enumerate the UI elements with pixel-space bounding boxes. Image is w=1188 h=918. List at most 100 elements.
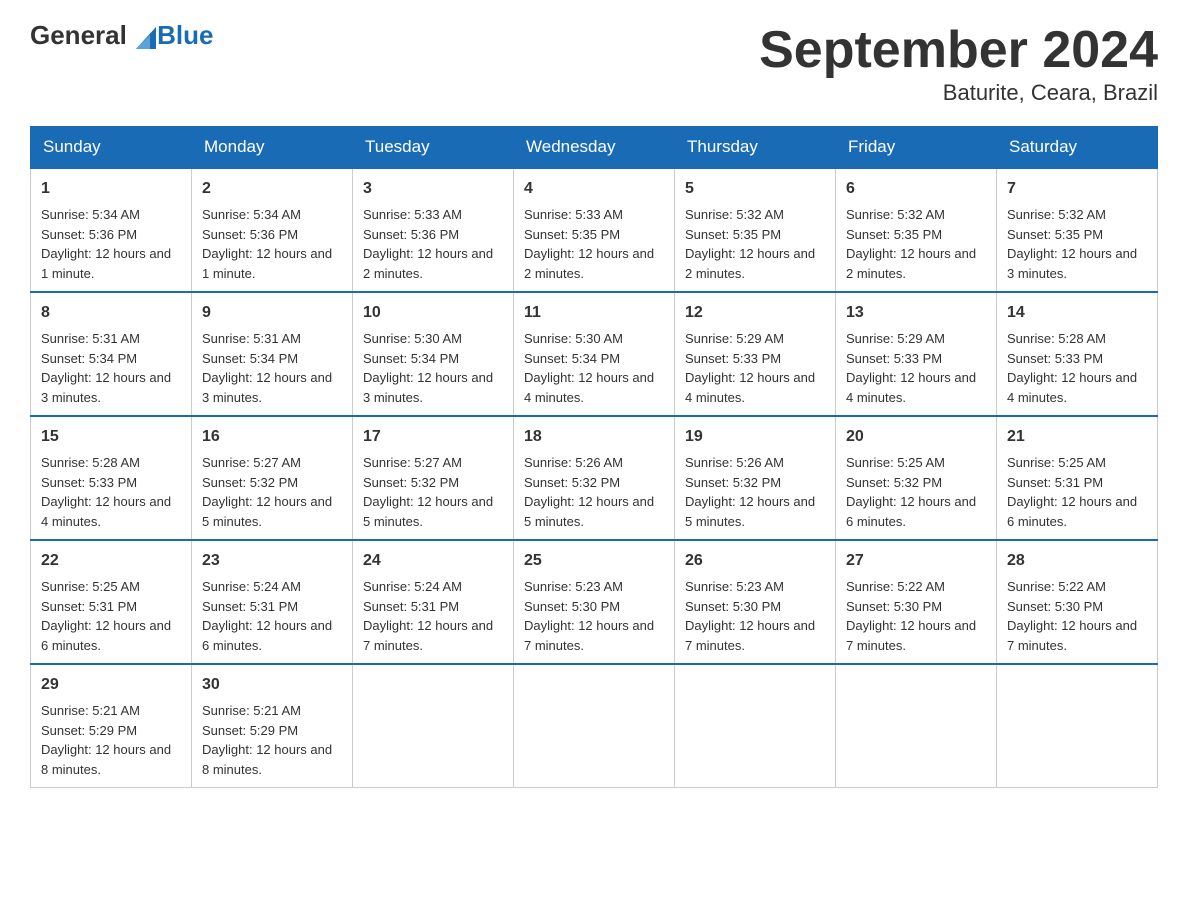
day-number: 4 [524, 177, 664, 201]
daylight-label: Daylight: 12 hours and 8 minutes. [41, 742, 171, 777]
sunrise-label: Sunrise: 5:24 AM [202, 579, 301, 594]
daylight-label: Daylight: 12 hours and 2 minutes. [685, 246, 815, 281]
calendar-cell: 25 Sunrise: 5:23 AM Sunset: 5:30 PM Dayl… [514, 540, 675, 664]
sunset-label: Sunset: 5:34 PM [363, 351, 459, 366]
day-number: 18 [524, 425, 664, 449]
daylight-label: Daylight: 12 hours and 2 minutes. [363, 246, 493, 281]
sunrise-label: Sunrise: 5:25 AM [846, 455, 945, 470]
day-number: 11 [524, 301, 664, 325]
day-number: 30 [202, 673, 342, 697]
daylight-label: Daylight: 12 hours and 1 minute. [202, 246, 332, 281]
calendar-cell: 2 Sunrise: 5:34 AM Sunset: 5:36 PM Dayli… [192, 168, 353, 292]
sunrise-label: Sunrise: 5:28 AM [1007, 331, 1106, 346]
week-row-4: 22 Sunrise: 5:25 AM Sunset: 5:31 PM Dayl… [31, 540, 1158, 664]
sunset-label: Sunset: 5:30 PM [524, 599, 620, 614]
sunrise-label: Sunrise: 5:25 AM [41, 579, 140, 594]
daylight-label: Daylight: 12 hours and 7 minutes. [1007, 618, 1137, 653]
sunrise-label: Sunrise: 5:32 AM [1007, 207, 1106, 222]
sunset-label: Sunset: 5:34 PM [202, 351, 298, 366]
daylight-label: Daylight: 12 hours and 4 minutes. [685, 370, 815, 405]
sunrise-label: Sunrise: 5:30 AM [363, 331, 462, 346]
calendar-cell: 15 Sunrise: 5:28 AM Sunset: 5:33 PM Dayl… [31, 416, 192, 540]
sunset-label: Sunset: 5:35 PM [524, 227, 620, 242]
header-saturday: Saturday [997, 127, 1158, 169]
sunrise-label: Sunrise: 5:32 AM [846, 207, 945, 222]
sunset-label: Sunset: 5:30 PM [1007, 599, 1103, 614]
day-number: 9 [202, 301, 342, 325]
sunrise-label: Sunrise: 5:22 AM [846, 579, 945, 594]
daylight-label: Daylight: 12 hours and 4 minutes. [846, 370, 976, 405]
logo-blue-part: Blue [127, 20, 214, 50]
daylight-label: Daylight: 12 hours and 2 minutes. [846, 246, 976, 281]
calendar-cell: 6 Sunrise: 5:32 AM Sunset: 5:35 PM Dayli… [836, 168, 997, 292]
calendar-cell: 18 Sunrise: 5:26 AM Sunset: 5:32 PM Dayl… [514, 416, 675, 540]
sunset-label: Sunset: 5:29 PM [202, 723, 298, 738]
calendar-cell: 3 Sunrise: 5:33 AM Sunset: 5:36 PM Dayli… [353, 168, 514, 292]
header-tuesday: Tuesday [353, 127, 514, 169]
calendar-cell: 21 Sunrise: 5:25 AM Sunset: 5:31 PM Dayl… [997, 416, 1158, 540]
sunset-label: Sunset: 5:36 PM [41, 227, 137, 242]
daylight-label: Daylight: 12 hours and 5 minutes. [524, 494, 654, 529]
calendar-cell: 5 Sunrise: 5:32 AM Sunset: 5:35 PM Dayli… [675, 168, 836, 292]
sunset-label: Sunset: 5:30 PM [685, 599, 781, 614]
daylight-label: Daylight: 12 hours and 7 minutes. [524, 618, 654, 653]
daylight-label: Daylight: 12 hours and 4 minutes. [1007, 370, 1137, 405]
day-number: 28 [1007, 549, 1147, 573]
logo: General Blue [30, 20, 213, 51]
sunrise-label: Sunrise: 5:29 AM [846, 331, 945, 346]
sunset-label: Sunset: 5:31 PM [1007, 475, 1103, 490]
sunrise-label: Sunrise: 5:23 AM [524, 579, 623, 594]
day-number: 15 [41, 425, 181, 449]
day-number: 1 [41, 177, 181, 201]
header-wednesday: Wednesday [514, 127, 675, 169]
sunset-label: Sunset: 5:36 PM [363, 227, 459, 242]
sunrise-label: Sunrise: 5:25 AM [1007, 455, 1106, 470]
daylight-label: Daylight: 12 hours and 5 minutes. [363, 494, 493, 529]
sunrise-label: Sunrise: 5:27 AM [363, 455, 462, 470]
sunset-label: Sunset: 5:32 PM [202, 475, 298, 490]
calendar-cell: 29 Sunrise: 5:21 AM Sunset: 5:29 PM Dayl… [31, 664, 192, 788]
daylight-label: Daylight: 12 hours and 3 minutes. [202, 370, 332, 405]
sunset-label: Sunset: 5:36 PM [202, 227, 298, 242]
sunrise-label: Sunrise: 5:27 AM [202, 455, 301, 470]
sunrise-label: Sunrise: 5:31 AM [202, 331, 301, 346]
daylight-label: Daylight: 12 hours and 4 minutes. [41, 494, 171, 529]
calendar-cell: 19 Sunrise: 5:26 AM Sunset: 5:32 PM Dayl… [675, 416, 836, 540]
calendar-cell: 24 Sunrise: 5:24 AM Sunset: 5:31 PM Dayl… [353, 540, 514, 664]
day-number: 17 [363, 425, 503, 449]
daylight-label: Daylight: 12 hours and 5 minutes. [685, 494, 815, 529]
calendar-cell: 20 Sunrise: 5:25 AM Sunset: 5:32 PM Dayl… [836, 416, 997, 540]
calendar-cell [514, 664, 675, 788]
calendar-cell: 7 Sunrise: 5:32 AM Sunset: 5:35 PM Dayli… [997, 168, 1158, 292]
sunset-label: Sunset: 5:34 PM [41, 351, 137, 366]
sunrise-label: Sunrise: 5:34 AM [202, 207, 301, 222]
day-number: 2 [202, 177, 342, 201]
sunrise-label: Sunrise: 5:30 AM [524, 331, 623, 346]
daylight-label: Daylight: 12 hours and 2 minutes. [524, 246, 654, 281]
sunrise-label: Sunrise: 5:24 AM [363, 579, 462, 594]
sunset-label: Sunset: 5:33 PM [846, 351, 942, 366]
day-number: 19 [685, 425, 825, 449]
sunset-label: Sunset: 5:33 PM [685, 351, 781, 366]
calendar-cell: 30 Sunrise: 5:21 AM Sunset: 5:29 PM Dayl… [192, 664, 353, 788]
daylight-label: Daylight: 12 hours and 1 minute. [41, 246, 171, 281]
daylight-label: Daylight: 12 hours and 6 minutes. [41, 618, 171, 653]
daylight-label: Daylight: 12 hours and 3 minutes. [41, 370, 171, 405]
week-row-2: 8 Sunrise: 5:31 AM Sunset: 5:34 PM Dayli… [31, 292, 1158, 416]
sunset-label: Sunset: 5:32 PM [363, 475, 459, 490]
calendar-cell [836, 664, 997, 788]
calendar-cell: 12 Sunrise: 5:29 AM Sunset: 5:33 PM Dayl… [675, 292, 836, 416]
calendar-cell: 9 Sunrise: 5:31 AM Sunset: 5:34 PM Dayli… [192, 292, 353, 416]
calendar-cell [997, 664, 1158, 788]
calendar-cell: 14 Sunrise: 5:28 AM Sunset: 5:33 PM Dayl… [997, 292, 1158, 416]
sunset-label: Sunset: 5:35 PM [1007, 227, 1103, 242]
logo-text: General Blue [30, 20, 213, 51]
calendar-cell: 8 Sunrise: 5:31 AM Sunset: 5:34 PM Dayli… [31, 292, 192, 416]
sunset-label: Sunset: 5:32 PM [524, 475, 620, 490]
sunrise-label: Sunrise: 5:29 AM [685, 331, 784, 346]
calendar-cell: 22 Sunrise: 5:25 AM Sunset: 5:31 PM Dayl… [31, 540, 192, 664]
calendar-cell: 11 Sunrise: 5:30 AM Sunset: 5:34 PM Dayl… [514, 292, 675, 416]
day-number: 26 [685, 549, 825, 573]
sunset-label: Sunset: 5:31 PM [363, 599, 459, 614]
sunrise-label: Sunrise: 5:34 AM [41, 207, 140, 222]
